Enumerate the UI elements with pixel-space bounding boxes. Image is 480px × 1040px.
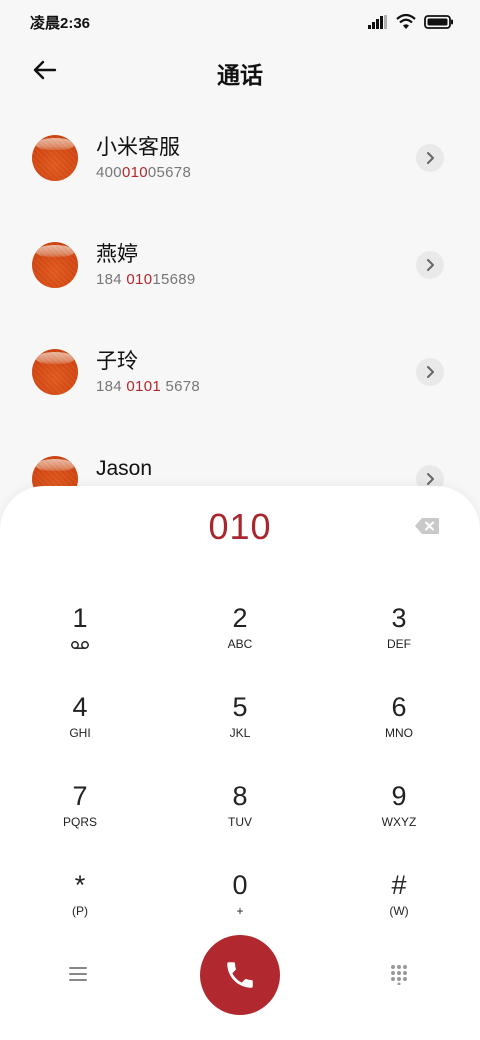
number-match: 010 — [121, 164, 148, 181]
number-match: 0101 — [126, 378, 161, 395]
number-part: 5678 — [160, 378, 201, 395]
contact-detail-button[interactable] — [416, 250, 444, 279]
key-letters: MNO — [385, 726, 413, 740]
dial-key-3[interactable]: 3 DEF — [339, 602, 459, 672]
backspace-icon[interactable] — [414, 516, 440, 536]
contact-name: Jason — [96, 457, 153, 480]
contact-name: 燕婷 — [96, 243, 138, 266]
keypad-icon[interactable] — [388, 963, 410, 985]
key-letters: DEF — [387, 637, 411, 651]
dial-key-hash[interactable]: # (W) — [339, 869, 459, 939]
contact-name: 小米客服 — [96, 136, 180, 159]
key-digit: 5 — [232, 692, 248, 722]
number-part: 184 — [96, 271, 127, 288]
header: 通话 — [0, 44, 480, 98]
contact-name: 子玲 — [96, 350, 138, 373]
key-digit: 7 — [72, 781, 88, 811]
key-letters: PQRS — [62, 815, 97, 829]
key-digit: * — [74, 870, 86, 900]
number-part: 15689 — [152, 271, 196, 288]
key-digit: 3 — [391, 603, 407, 633]
chevron-right-icon — [427, 365, 434, 378]
dial-key-4[interactable]: 4 GHI — [20, 691, 140, 761]
dial-key-5[interactable]: 5 JKL — [180, 691, 300, 761]
phone-icon — [227, 962, 253, 988]
avatar — [32, 241, 78, 288]
contact-number: 184 01015689 — [96, 271, 196, 288]
call-button[interactable] — [200, 935, 280, 1015]
voicemail-icon — [71, 639, 89, 651]
dialpad-sheet: 010 1 2 ABC 3 DEF 4 GHI 5 JKL 6 MNO 7 PQ… — [0, 486, 480, 1040]
contact-number: 40001005678 — [96, 164, 191, 181]
contact-text: 小米客服 40001005678 — [96, 134, 191, 181]
key-digit: 9 — [391, 781, 407, 811]
dial-key-6[interactable]: 6 MNO — [339, 691, 459, 761]
key-digit: 1 — [72, 603, 88, 633]
status-time: 凌晨2:36 — [30, 14, 91, 32]
wifi-icon — [396, 14, 416, 29]
key-digit: 6 — [391, 692, 407, 722]
avatar — [32, 134, 78, 181]
key-digit: 8 — [232, 781, 248, 811]
key-digit: # — [391, 870, 407, 900]
key-digit: 0 — [232, 870, 248, 900]
chevron-right-icon — [427, 151, 434, 164]
contact-row[interactable]: 子玲 184 0101 5678 — [0, 318, 480, 425]
dial-key-star[interactable]: * (P) — [20, 869, 140, 939]
contact-detail-button[interactable] — [416, 357, 444, 386]
avatar — [32, 348, 78, 395]
key-letters: GHI — [69, 726, 91, 740]
status-icons — [368, 14, 454, 30]
dialed-number[interactable]: 010 — [0, 506, 480, 548]
signal-icon — [368, 15, 387, 29]
dial-key-0[interactable]: 0 + — [180, 869, 300, 939]
dial-key-2[interactable]: 2 ABC — [180, 602, 300, 672]
number-part: 184 — [96, 378, 127, 395]
menu-icon[interactable] — [66, 964, 90, 984]
battery-icon — [424, 15, 453, 29]
status-bar: 凌晨2:36 — [0, 0, 480, 44]
contact-number: 184 0101 5678 — [96, 378, 200, 395]
key-digit: 4 — [72, 692, 88, 722]
key-digit: 2 — [232, 603, 248, 633]
dial-key-8[interactable]: 8 TUV — [180, 780, 300, 850]
key-letters: (P) — [72, 904, 88, 918]
contact-row[interactable]: 小米客服 40001005678 — [0, 104, 480, 211]
key-letters: (W) — [389, 904, 409, 918]
page-title: 通话 — [217, 62, 263, 88]
number-part: 05678 — [147, 164, 192, 181]
contact-list: 小米客服 40001005678 燕婷 184 01015689 子玲 184 … — [0, 104, 480, 532]
chevron-right-icon — [427, 258, 434, 271]
dial-key-7[interactable]: 7 PQRS — [20, 780, 140, 850]
contact-text: Jason — [96, 455, 152, 483]
contact-row[interactable]: 燕婷 184 01015689 — [0, 211, 480, 318]
key-letters: + — [236, 904, 244, 918]
key-letters: WXYZ — [381, 815, 417, 829]
key-letters: JKL — [229, 726, 251, 740]
dial-key-9[interactable]: 9 WXYZ — [339, 780, 459, 850]
key-letters: TUV — [228, 815, 252, 829]
contact-detail-button[interactable] — [416, 143, 444, 172]
number-part: 400 — [96, 164, 122, 181]
number-match: 010 — [126, 271, 153, 288]
dial-key-1[interactable]: 1 — [20, 602, 140, 672]
key-letters: ABC — [227, 637, 253, 651]
contact-text: 燕婷 184 01015689 — [96, 241, 196, 288]
contact-text: 子玲 184 0101 5678 — [96, 348, 200, 395]
chevron-right-icon — [427, 472, 434, 485]
